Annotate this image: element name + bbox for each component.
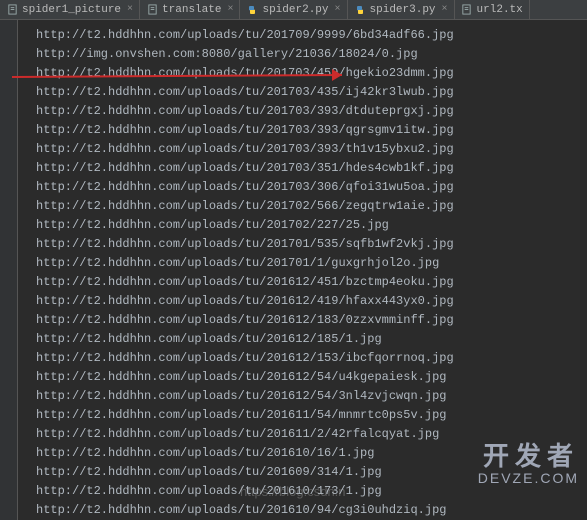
file-icon — [6, 4, 18, 16]
tab-label: spider1_picture — [22, 4, 121, 16]
editor-tabs: spider1_picture × translate × spider2.py… — [0, 0, 587, 20]
tab-label: spider3.py — [370, 4, 436, 16]
editor-line: http://t2.hddhhn.com/uploads/tu/201703/3… — [22, 102, 587, 121]
editor-line: http://t2.hddhhn.com/uploads/tu/201709/9… — [22, 26, 587, 45]
editor-line: http://t2.hddhhn.com/uploads/tu/201701/5… — [22, 235, 587, 254]
editor-gutter — [0, 20, 18, 520]
tab-spider3[interactable]: spider3.py × — [348, 0, 455, 19]
close-icon[interactable]: × — [227, 4, 233, 15]
editor-line: http://t2.hddhhn.com/uploads/tu/201703/3… — [22, 178, 587, 197]
close-icon[interactable]: × — [127, 4, 133, 15]
editor-line: http://t2.hddhhn.com/uploads/tu/201612/1… — [22, 330, 587, 349]
watermark-sub: DEVZE.COM — [478, 471, 579, 486]
editor-line: http://t2.hddhhn.com/uploads/tu/201612/4… — [22, 292, 587, 311]
editor-line: http://t2.hddhhn.com/uploads/tu/201702/2… — [22, 216, 587, 235]
close-icon[interactable]: × — [335, 4, 341, 15]
tab-translate[interactable]: translate × — [140, 0, 240, 19]
editor-line: http://t2.hddhhn.com/uploads/tu/201611/5… — [22, 406, 587, 425]
tab-label: url2.tx — [477, 4, 523, 16]
editor-line: http://t2.hddhhn.com/uploads/tu/201701/1… — [22, 254, 587, 273]
editor-line: http://t2.hddhhn.com/uploads/tu/201702/5… — [22, 197, 587, 216]
editor-line: http://t2.hddhhn.com/uploads/tu/201703/4… — [22, 64, 587, 83]
file-icon — [461, 4, 473, 16]
tab-url2[interactable]: url2.tx — [455, 0, 530, 19]
file-icon — [146, 4, 158, 16]
tab-label: translate — [162, 4, 221, 16]
watermark: 开发者 DEVZE.COM — [478, 442, 579, 486]
editor-line: http://t2.hddhhn.com/uploads/tu/201703/3… — [22, 159, 587, 178]
editor-line: http://t2.hddhhn.com/uploads/tu/201612/1… — [22, 349, 587, 368]
watermark-main: 开发者 — [478, 442, 579, 471]
tab-spider2[interactable]: spider2.py × — [240, 0, 347, 19]
editor-line: http://t2.hddhhn.com/uploads/tu/201612/1… — [22, 311, 587, 330]
tab-spider1-picture[interactable]: spider1_picture × — [0, 0, 140, 19]
close-icon[interactable]: × — [442, 4, 448, 15]
editor-line: http://t2.hddhhn.com/uploads/tu/201703/3… — [22, 140, 587, 159]
python-icon — [246, 4, 258, 16]
csdn-watermark: https://blog.csdn.n — [240, 484, 346, 499]
editor-line: http://t2.hddhhn.com/uploads/tu/201703/3… — [22, 121, 587, 140]
editor-line: http://img.onvshen.com:8080/gallery/2103… — [22, 45, 587, 64]
editor-line: http://t2.hddhhn.com/uploads/tu/201612/5… — [22, 368, 587, 387]
tab-label: spider2.py — [262, 4, 328, 16]
python-icon — [354, 4, 366, 16]
editor-line: http://t2.hddhhn.com/uploads/tu/201612/5… — [22, 387, 587, 406]
editor-line: http://t2.hddhhn.com/uploads/tu/201703/4… — [22, 83, 587, 102]
editor-line: http://t2.hddhhn.com/uploads/tu/201612/4… — [22, 273, 587, 292]
